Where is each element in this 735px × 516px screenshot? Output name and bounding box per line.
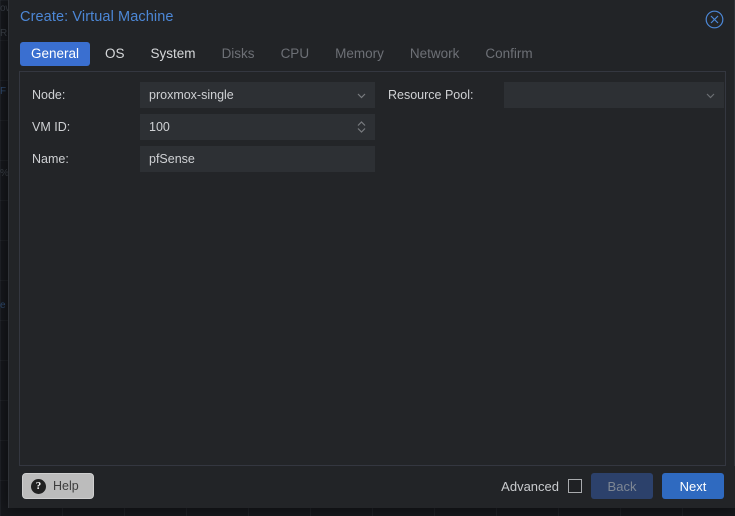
name-value: pfSense bbox=[149, 152, 195, 166]
spinner-updown-icon[interactable] bbox=[356, 119, 367, 135]
chevron-down-icon[interactable] bbox=[356, 90, 367, 101]
create-vm-dialog: Create: Virtual Machine General OS Syste… bbox=[8, 0, 735, 508]
tab-network: Network bbox=[409, 45, 460, 61]
field-row-resource-pool: Resource Pool: bbox=[380, 82, 725, 110]
dialog-footer: ? Help Advanced Back Next bbox=[9, 466, 735, 508]
close-icon[interactable] bbox=[705, 10, 724, 29]
vmid-spinner[interactable]: 100 bbox=[140, 114, 375, 140]
background-ghost-text: F bbox=[0, 86, 7, 97]
advanced-label: Advanced bbox=[501, 478, 559, 494]
tab-disks: Disks bbox=[221, 45, 255, 61]
node-combobox[interactable]: proxmox-single bbox=[140, 82, 375, 108]
tab-memory: Memory bbox=[335, 45, 384, 61]
vmid-label: VM ID: bbox=[32, 120, 71, 134]
help-button-label: Help bbox=[53, 479, 79, 493]
general-form-panel: Node: proxmox-single VM ID: 100 Name: pf… bbox=[19, 71, 726, 466]
question-mark-icon: ? bbox=[31, 478, 46, 494]
advanced-checkbox[interactable] bbox=[568, 479, 582, 493]
dialog-title: Create: Virtual Machine bbox=[20, 9, 174, 25]
chevron-down-icon[interactable] bbox=[705, 90, 716, 101]
tab-system[interactable]: System bbox=[140, 42, 207, 67]
resource-pool-label: Resource Pool: bbox=[388, 88, 474, 102]
next-button[interactable]: Next bbox=[662, 473, 724, 499]
tab-confirm: Confirm bbox=[485, 45, 533, 61]
field-row-name: Name: pfSense bbox=[20, 146, 380, 174]
wizard-tab-strip: General OS System Disks CPU Memory Netwo… bbox=[9, 38, 734, 70]
form-column-right: Resource Pool: bbox=[380, 82, 725, 114]
node-label: Node: bbox=[32, 88, 66, 102]
tab-cpu: CPU bbox=[280, 45, 310, 61]
help-button[interactable]: ? Help bbox=[22, 473, 94, 499]
tab-general[interactable]: General bbox=[20, 41, 91, 67]
tab-os[interactable]: OS bbox=[94, 42, 136, 67]
back-button: Back bbox=[591, 473, 653, 499]
vmid-value: 100 bbox=[149, 120, 170, 134]
dialog-header: Create: Virtual Machine bbox=[9, 0, 734, 38]
background-ghost-text: e bbox=[0, 300, 6, 311]
resource-pool-combobox[interactable] bbox=[504, 82, 724, 108]
form-column-left: Node: proxmox-single VM ID: 100 Name: pf… bbox=[20, 82, 380, 178]
name-input[interactable]: pfSense bbox=[140, 146, 375, 172]
field-row-node: Node: proxmox-single bbox=[20, 82, 380, 110]
footer-actions: Advanced Back Next bbox=[501, 473, 724, 499]
name-label: Name: bbox=[32, 152, 69, 166]
field-row-vmid: VM ID: 100 bbox=[20, 114, 380, 142]
node-value: proxmox-single bbox=[149, 88, 234, 102]
background-ghost-text: R bbox=[0, 28, 8, 39]
